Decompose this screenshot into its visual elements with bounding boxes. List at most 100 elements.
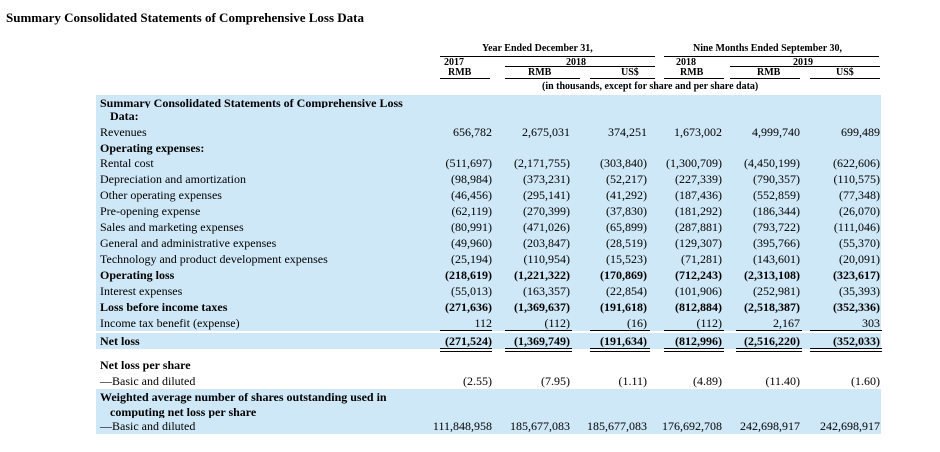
row-value: 112 bbox=[474, 316, 492, 330]
subtotal-rule bbox=[590, 330, 650, 331]
row-value: (1.60) bbox=[851, 374, 880, 388]
subtotal-rule bbox=[664, 348, 724, 349]
subtotal-rule bbox=[505, 351, 572, 352]
row-label: Operating expenses: bbox=[100, 141, 205, 155]
row-label: Pre-opening expense bbox=[100, 204, 201, 218]
unit-note: (in thousands, except for share and per … bbox=[542, 81, 759, 92]
row-value: (2,516,220) bbox=[744, 334, 800, 348]
row-value: (1,300,709) bbox=[666, 156, 722, 170]
header-currency-5: RMB bbox=[757, 67, 781, 78]
table-row: Sales and marketing expenses (80,991) (471… bbox=[96, 219, 881, 235]
row-value: (101,906) bbox=[675, 284, 722, 298]
row-value: (129,307) bbox=[675, 236, 722, 250]
table-row: Other operating expenses (46,456) (295,141… bbox=[96, 187, 881, 203]
row-value: (77,348) bbox=[839, 188, 880, 202]
row-value: 699,489 bbox=[841, 125, 880, 139]
row-value: (110,575) bbox=[833, 172, 880, 186]
table-row: Interest expenses (55,013) (163,357) (22,85… bbox=[96, 283, 881, 299]
table-row: Revenues 656,782 2,675,031 374,251 1,673,002… bbox=[96, 124, 881, 140]
row-value: (2.55) bbox=[463, 374, 492, 388]
row-value: (352,033) bbox=[833, 334, 880, 348]
row-value: 303 bbox=[862, 316, 880, 330]
row-value: (271,636) bbox=[445, 300, 492, 314]
table-row: Weighted average number of shares outsta… bbox=[96, 389, 881, 405]
row-value: (62,119) bbox=[451, 204, 492, 218]
table-row: —Basic and diluted (2.55) (7.95) (1.11) (4.8… bbox=[96, 373, 881, 389]
table-row: Pre-opening expense (62,119) (270,399) (37,… bbox=[96, 203, 881, 219]
subtotal-rule bbox=[664, 330, 724, 331]
currency-rule-5 bbox=[730, 78, 800, 79]
subtotal-rule bbox=[590, 351, 650, 352]
row-value: (4.89) bbox=[693, 374, 722, 388]
header-group-nine-months-rule bbox=[664, 56, 879, 57]
row-label: Income tax benefit (expense) bbox=[100, 316, 240, 330]
row-value: (227,339) bbox=[675, 172, 722, 186]
row-label: Sales and marketing expenses bbox=[100, 220, 244, 234]
row-value: 4,999,740 bbox=[752, 125, 800, 139]
row-label: Net loss bbox=[100, 334, 140, 348]
subtotal-rule bbox=[440, 330, 492, 331]
row-label: —Basic and diluted bbox=[100, 374, 196, 388]
header-currency-1: RMB bbox=[448, 67, 472, 78]
row-value: (218,619) bbox=[445, 268, 492, 282]
row-value: (98,984) bbox=[451, 172, 492, 186]
row-label: Rental cost bbox=[100, 156, 154, 170]
row-value: (187,436) bbox=[675, 188, 722, 202]
subtotal-rule bbox=[810, 348, 882, 349]
row-value: (143,601) bbox=[753, 252, 800, 266]
row-label: Depreciation and amortization bbox=[100, 172, 246, 186]
row-value: (46,456) bbox=[451, 188, 492, 202]
row-value: (812,996) bbox=[675, 334, 722, 348]
row-value: (287,881) bbox=[675, 220, 722, 234]
row-value: (111,046) bbox=[833, 220, 880, 234]
table-row: Net loss per share bbox=[96, 357, 881, 373]
subtotal-rule bbox=[440, 348, 492, 349]
row-value: (186,344) bbox=[753, 204, 800, 218]
row-value: (71,281) bbox=[681, 252, 722, 266]
table-row: Depreciation and amortization (98,984) (37… bbox=[96, 171, 881, 187]
row-value: (80,991) bbox=[451, 220, 492, 234]
header-group-nine-months: Nine Months Ended September 30, bbox=[693, 43, 842, 54]
row-value: (55,013) bbox=[451, 284, 492, 298]
table-row: Operating expenses: bbox=[96, 140, 881, 156]
row-label: Operating loss bbox=[100, 268, 175, 282]
row-value: 176,692,708 bbox=[662, 419, 722, 433]
row-value: (252,981) bbox=[753, 284, 800, 298]
row-value: (2,313,108) bbox=[744, 268, 800, 282]
row-value: (790,357) bbox=[753, 172, 800, 186]
row-label: —Basic and diluted bbox=[100, 419, 196, 433]
header-currency-4: RMB bbox=[680, 67, 704, 78]
subtotal-rule bbox=[736, 348, 802, 349]
currency-rule-6 bbox=[810, 78, 880, 79]
row-value: 656,782 bbox=[453, 125, 492, 139]
row-label: Loss before income taxes bbox=[100, 300, 228, 314]
row-value: (271,524) bbox=[445, 334, 492, 348]
row-value: (511,697) bbox=[445, 156, 492, 170]
row-label: Technology and product development expen… bbox=[100, 252, 328, 266]
table-row: Rental cost (511,697) (2,171,755) (303,840)… bbox=[96, 155, 881, 171]
subtotal-rule bbox=[440, 351, 492, 352]
row-value: 111,848,958 bbox=[432, 419, 492, 433]
row-value: (181,292) bbox=[675, 204, 722, 218]
row-value: (812,884) bbox=[675, 300, 722, 314]
table-row: General and administrative expenses (49,9… bbox=[96, 235, 881, 251]
row-label: Interest expenses bbox=[100, 284, 183, 298]
row-value: (112) bbox=[696, 316, 722, 330]
currency-rule-1 bbox=[440, 78, 490, 79]
currency-rule-4 bbox=[664, 78, 724, 79]
row-value: (20,091) bbox=[839, 252, 880, 266]
row-value: (4,450,199) bbox=[744, 156, 800, 170]
table-row: —Basic and diluted 111,848,958 185,677,083… bbox=[96, 418, 881, 434]
row-label: Other operating expenses bbox=[100, 188, 222, 202]
header-year-2019-rule bbox=[730, 66, 880, 67]
row-value: (35,393) bbox=[839, 284, 880, 298]
row-label: General and administrative expenses bbox=[100, 236, 277, 250]
row-label: Data: bbox=[110, 109, 139, 123]
currency-rule-2 bbox=[505, 78, 580, 79]
table-row: Net loss (271,524) (1,369,749) (191,634) (81… bbox=[96, 333, 881, 349]
row-value: (793,722) bbox=[753, 220, 800, 234]
subtotal-rule bbox=[810, 330, 882, 331]
subtotal-rule bbox=[505, 348, 572, 349]
table-row: Technology and product development expen… bbox=[96, 251, 881, 267]
subtotal-rule bbox=[664, 351, 724, 352]
